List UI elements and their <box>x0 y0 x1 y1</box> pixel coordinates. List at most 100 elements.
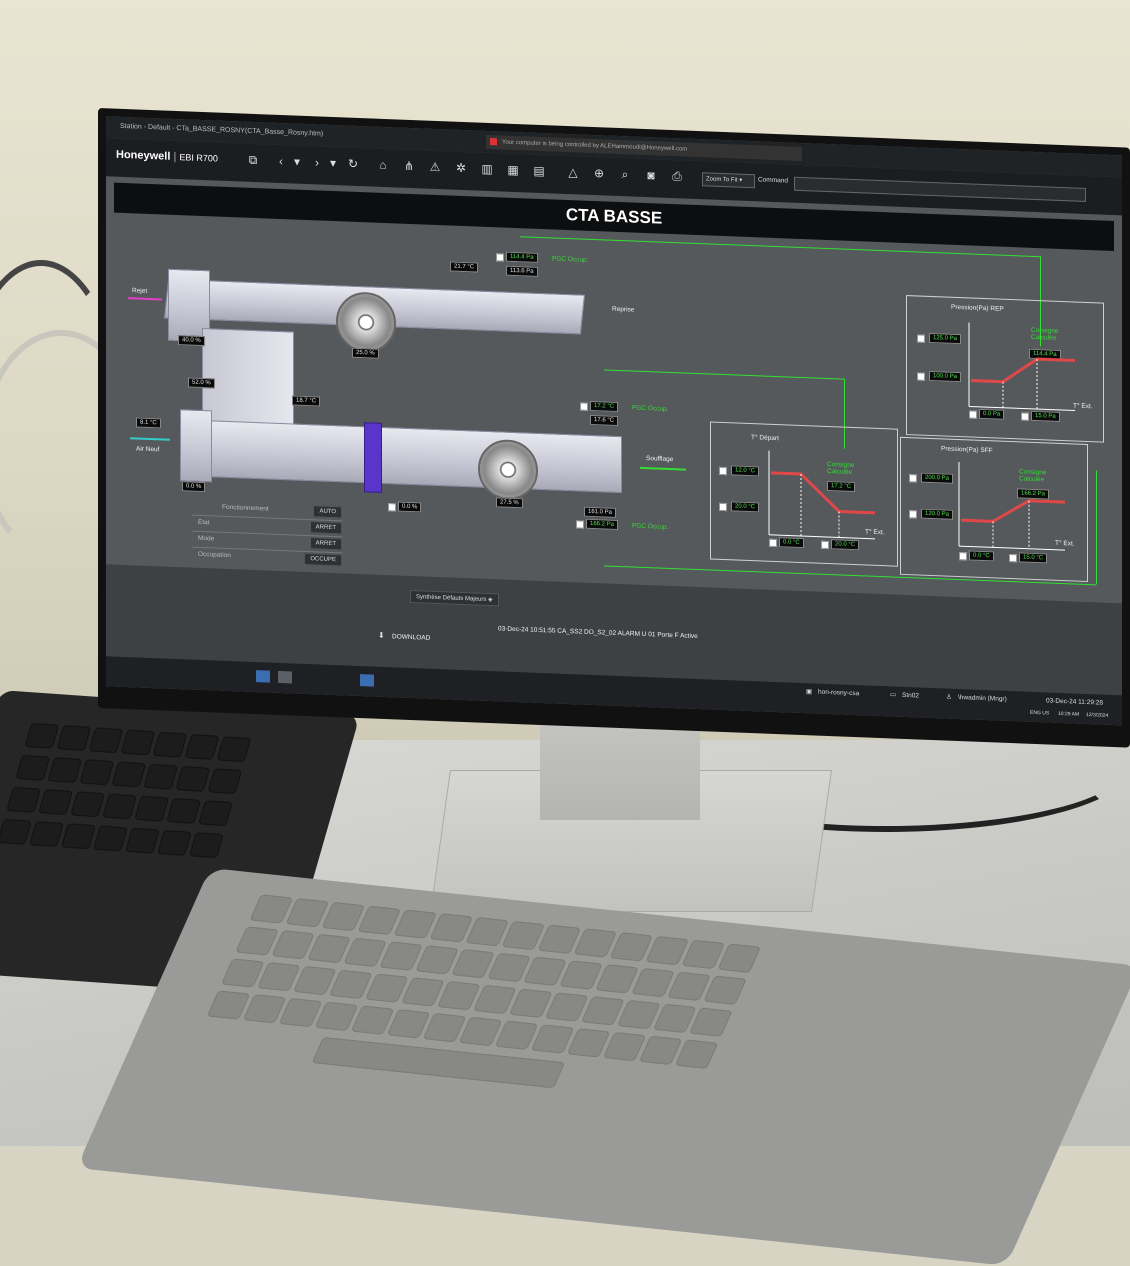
product-name: EBI R700 <box>179 152 218 164</box>
high-setpoint: 125.0 Pa <box>929 332 962 345</box>
checkbox[interactable] <box>909 510 917 519</box>
camera-icon[interactable]: ◙ <box>644 168 658 183</box>
chart-title: Pression(Pa) REP <box>951 303 1004 313</box>
key <box>70 791 106 818</box>
screen: Station - Default - CTa_BASSE_ROSNY(CTA_… <box>106 116 1122 726</box>
chart-temp-depart: T° Départ Consigne Calculée 17.2 °C 12.0… <box>710 421 898 567</box>
report-icon[interactable]: ▤ <box>532 164 546 179</box>
dropdown-icon[interactable]: ▾ <box>326 156 340 171</box>
zoom-select[interactable]: Zoom To Fit ▾ <box>702 172 755 189</box>
language-indicator[interactable]: ENG US <box>1030 710 1049 717</box>
forward-icon[interactable]: › <box>310 155 324 170</box>
synthese-label: Synthèse Défauts Majeurs <box>416 594 487 603</box>
checkbox[interactable] <box>821 540 829 550</box>
trend-icon[interactable]: ▥ <box>480 162 494 177</box>
key <box>703 975 747 1005</box>
checkbox[interactable] <box>909 474 917 483</box>
curve <box>968 322 1075 412</box>
status-value[interactable]: AUTO <box>313 505 342 519</box>
high-setpoint: 12.0 °C <box>731 465 760 477</box>
key <box>188 832 224 859</box>
table-icon[interactable]: ▦ <box>506 163 520 178</box>
key <box>102 793 138 820</box>
high-setpoint: 200.0 Pa <box>921 472 954 484</box>
soufflage-label: Soufflage <box>646 455 674 464</box>
supply-pressure-sp: 166.2 Pa <box>586 518 619 530</box>
status-table: Fonctionnement AUTO Etat ARRET Mode ARRE… <box>192 499 342 569</box>
checkbox[interactable] <box>969 410 977 419</box>
supply-temp: 17.6 °C <box>590 414 619 426</box>
taskbar-app-icon[interactable] <box>360 674 374 687</box>
status-label: Mode <box>198 534 215 543</box>
key <box>92 825 128 852</box>
station-name: Stn02 <box>902 691 919 700</box>
outdoor-temp: 8.1 °C <box>136 417 161 429</box>
server-name: hon-rosny-csa <box>818 688 860 698</box>
status-value[interactable]: ARRET <box>309 537 342 551</box>
checkbox[interactable] <box>580 402 588 411</box>
download-label[interactable]: DOWNLOAD <box>392 633 430 641</box>
chart-title: Pression(Pa) SFF <box>941 445 993 455</box>
zoom-in-icon[interactable]: ⊕ <box>592 166 606 181</box>
checkbox[interactable] <box>917 372 925 381</box>
x-low: 0.0 °C <box>969 550 994 562</box>
supply-duct <box>180 419 622 494</box>
taskbar-app-icon[interactable] <box>256 670 270 683</box>
settings-icon[interactable]: ✲ <box>454 161 468 176</box>
checkbox[interactable] <box>719 502 727 512</box>
status-label: Etat <box>198 518 210 527</box>
dropdown-icon[interactable]: ▾ <box>290 154 304 169</box>
checkbox[interactable] <box>959 552 967 561</box>
key <box>47 757 83 783</box>
alarm-icon[interactable]: ⚠ <box>428 160 442 175</box>
link-line <box>604 369 844 380</box>
event-icon[interactable]: △ <box>566 165 580 180</box>
synthese-button[interactable]: Synthèse Défauts Majeurs ◈ <box>410 589 499 607</box>
heating-coil <box>364 422 382 493</box>
key <box>207 768 243 795</box>
key <box>184 733 220 760</box>
status-value[interactable]: ARRET <box>309 521 342 535</box>
extract-pressure: 113.6 Pa <box>506 265 538 277</box>
checkbox[interactable] <box>1009 553 1017 563</box>
checkbox[interactable] <box>496 253 504 262</box>
search-icon[interactable]: ⌕ <box>618 167 632 182</box>
alarm-line[interactable]: 03-Dec-24 10:51:55 CA_SS2 DO_S2_02 ALARM… <box>498 625 698 640</box>
curve <box>768 450 875 540</box>
key <box>111 761 147 788</box>
reprise-label: Reprise <box>612 305 635 314</box>
key <box>143 763 179 790</box>
download-icon[interactable]: ⬇ <box>378 631 385 640</box>
exhaust-damper: 40.0 % <box>178 335 205 347</box>
x-high: 20.0 °C <box>831 539 860 551</box>
command-input[interactable] <box>794 176 1086 202</box>
status-value[interactable]: OCCUPE <box>304 552 342 567</box>
checkbox[interactable] <box>917 334 925 343</box>
taskbar-app-icon[interactable] <box>278 670 292 684</box>
curve <box>958 462 1065 551</box>
back-icon[interactable]: ‹ <box>274 154 288 169</box>
copy-icon[interactable]: ⧉ <box>246 153 260 168</box>
chart-title: T° Départ <box>751 434 779 443</box>
key <box>166 797 202 824</box>
checkbox[interactable] <box>388 503 396 512</box>
return-fan-speed: 25.0 % <box>352 347 379 359</box>
checkbox[interactable] <box>576 520 584 529</box>
brand-name: Honeywell <box>116 148 171 163</box>
key <box>216 736 252 763</box>
print-icon[interactable]: ⎙ <box>670 169 684 184</box>
supply-pressure: 161.0 Pa <box>584 506 617 518</box>
checkbox[interactable] <box>719 466 727 476</box>
clock-date[interactable]: 12/3/2024 <box>1086 712 1108 719</box>
clock-time[interactable]: 10:29 AM <box>1058 711 1079 718</box>
home-icon[interactable]: ⌂ <box>376 158 390 173</box>
hierarchy-icon[interactable]: ⋔ <box>402 159 416 174</box>
fresh-air-damper-block <box>180 409 212 483</box>
rejet-label: Rejet <box>132 287 148 295</box>
key <box>28 821 64 847</box>
brand-logo: Honeywell | EBI R700 <box>116 149 218 165</box>
refresh-icon[interactable]: ↻ <box>346 157 360 172</box>
checkbox[interactable] <box>769 538 777 548</box>
checkbox[interactable] <box>1021 412 1029 421</box>
chart-pression-rep: Pression(Pa) REP Consigne Calculée 114.4… <box>906 295 1104 443</box>
